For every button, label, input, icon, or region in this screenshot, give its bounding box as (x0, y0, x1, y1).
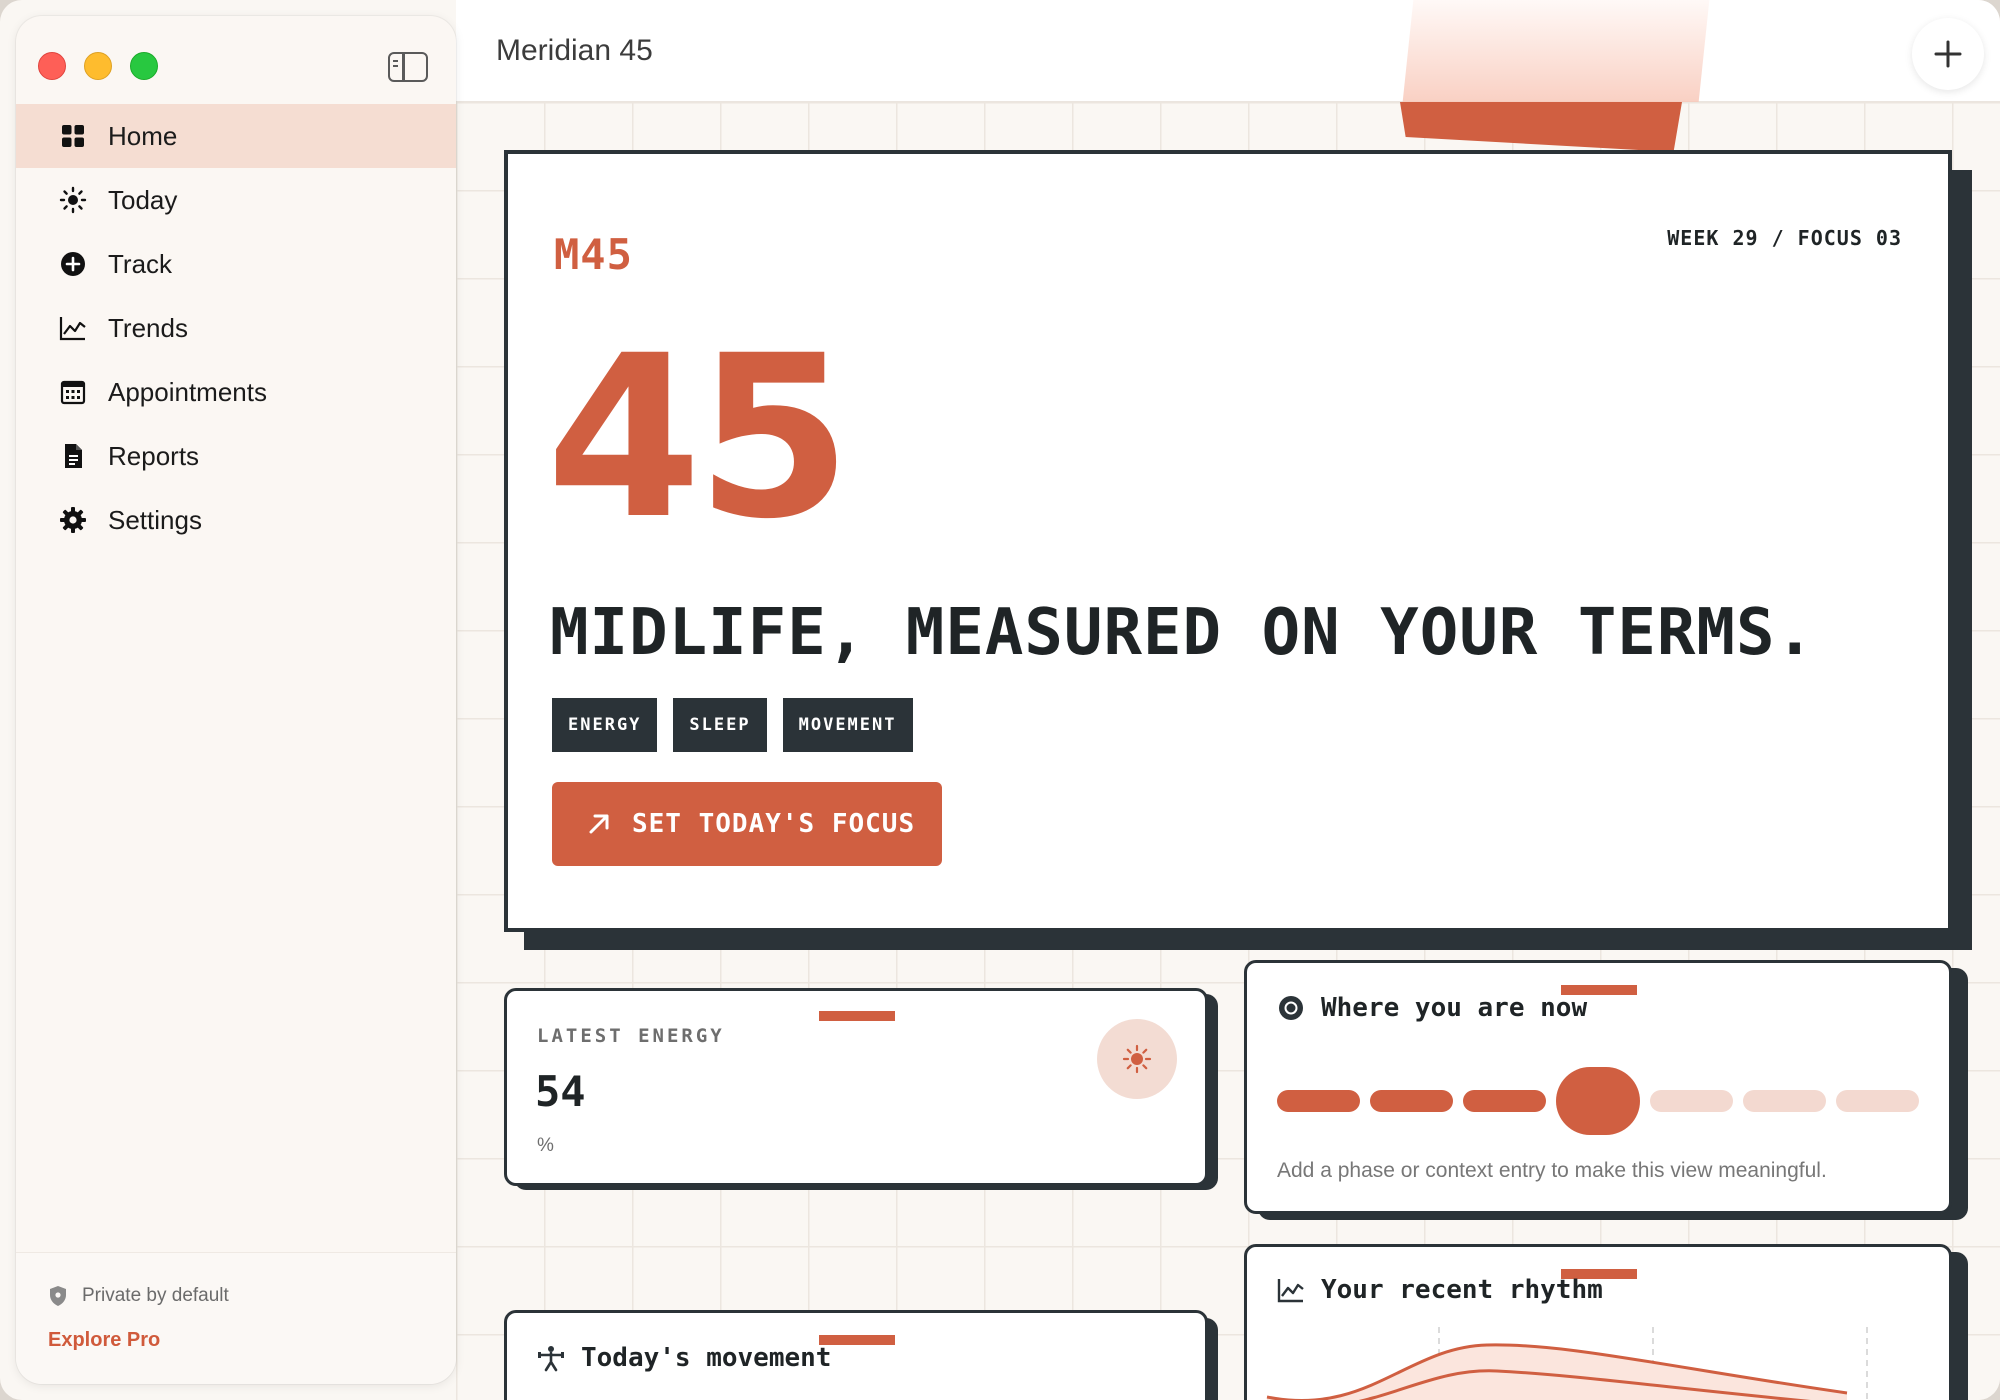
grid-icon (58, 121, 88, 151)
sun-icon (1122, 1044, 1152, 1074)
movement-card[interactable]: Today's movement (504, 1310, 1208, 1400)
sidebar-item-reports[interactable]: Reports (16, 424, 456, 488)
movement-card-title: Today's movement (537, 1343, 831, 1373)
energy-label: LATEST ENERGY (537, 1025, 725, 1047)
window-title: Meridian 45 (496, 34, 653, 67)
arrow-up-right-icon (589, 814, 609, 834)
shield-icon (50, 1286, 66, 1306)
zoom-window-button[interactable] (130, 52, 158, 80)
phase-pill[interactable] (1370, 1090, 1453, 1112)
tag-movement[interactable]: MOVEMENT (782, 698, 913, 752)
brand-mark: M45 (554, 230, 633, 279)
sidebar-item-settings[interactable]: Settings (16, 488, 456, 552)
week-focus-label: WEEK 29 / FOCUS 03 (1667, 226, 1902, 250)
plus-circle-icon (58, 249, 88, 279)
sidebar-item-label: Home (108, 120, 178, 151)
decorative-ribbon-glow (1402, 0, 1710, 102)
sidebar-footer: Private by default Explore Pro (16, 1252, 456, 1384)
plus-icon (1934, 40, 1962, 68)
sidebar: Home Today Track Trends Appointments Rep… (16, 16, 456, 1384)
card-accent (819, 1011, 895, 1021)
minimize-window-button[interactable] (84, 52, 112, 80)
sidebar-nav: Home Today Track Trends Appointments Rep… (16, 104, 456, 552)
calendar-icon (58, 377, 88, 407)
sidebar-item-home[interactable]: Home (16, 104, 456, 168)
sidebar-item-track[interactable]: Track (16, 232, 456, 296)
sidebar-item-label: Appointments (108, 376, 267, 407)
rhythm-card-title: Your recent rhythm (1277, 1275, 1603, 1305)
sidebar-item-today[interactable]: Today (16, 168, 456, 232)
tag-sleep[interactable]: SLEEP (673, 698, 767, 752)
phase-pill[interactable] (1743, 1090, 1826, 1112)
sidebar-item-trends[interactable]: Trends (16, 296, 456, 360)
phase-pill[interactable] (1463, 1090, 1546, 1112)
app-window: Meridian 45 Home Today Track Trends Appo… (0, 0, 2000, 1400)
energy-card[interactable]: LATEST ENERGY 54 % (504, 988, 1208, 1186)
hero-card: M45 WEEK 29 / FOCUS 03 45 MIDLIFE, MEASU… (504, 150, 1952, 932)
energy-badge (1097, 1019, 1177, 1099)
sidebar-item-appointments[interactable]: Appointments (16, 360, 456, 424)
phase-indicator (1277, 1067, 1919, 1135)
gear-icon (58, 505, 88, 535)
target-icon (1279, 996, 1303, 1020)
phase-pill[interactable] (1836, 1090, 1919, 1112)
sidebar-toggle-icon[interactable] (388, 52, 428, 82)
sun-icon (58, 185, 88, 215)
close-window-button[interactable] (38, 52, 66, 80)
add-button[interactable] (1912, 18, 1984, 90)
phase-card-title: Where you are now (1277, 993, 1587, 1023)
document-icon (58, 441, 88, 471)
set-focus-button[interactable]: SET TODAY'S FOCUS (552, 782, 942, 866)
explore-pro-link[interactable]: Explore Pro (48, 1329, 160, 1352)
sidebar-item-label: Today (108, 184, 178, 215)
phase-pill[interactable] (1277, 1090, 1360, 1112)
sidebar-item-label: Trends (108, 312, 188, 343)
line-chart-icon (1277, 1279, 1304, 1303)
set-focus-label: SET TODAY'S FOCUS (632, 809, 916, 839)
rhythm-sparkline (1266, 1327, 1868, 1400)
titlebar: Meridian 45 (456, 0, 2000, 102)
line-chart-icon (58, 313, 88, 343)
rhythm-card[interactable]: Your recent rhythm (1244, 1244, 1952, 1400)
window-controls (38, 52, 158, 80)
privacy-text: Private by default (82, 1285, 229, 1306)
phase-hint: Add a phase or context entry to make thi… (1277, 1159, 1827, 1182)
tag-energy[interactable]: ENERGY (552, 698, 658, 752)
phase-card[interactable]: Where you are now Add a phase or context… (1244, 960, 1952, 1214)
sidebar-item-label: Reports (108, 440, 200, 471)
phase-pill-current[interactable] (1556, 1067, 1640, 1135)
hero-tagline: MIDLIFE, MEASURED ON YOUR TERMS. (550, 596, 1815, 670)
energy-unit: % (537, 1135, 554, 1156)
hero-big-number: 45 (546, 307, 852, 568)
sidebar-item-label: Track (108, 248, 173, 279)
hero-tags: ENERGY SLEEP MOVEMENT (552, 698, 913, 752)
privacy-note: Private by default (48, 1285, 229, 1307)
phase-pill[interactable] (1650, 1090, 1733, 1112)
sidebar-item-label: Settings (108, 504, 202, 535)
energy-value: 54 (535, 1067, 586, 1116)
dumbbell-person-icon (538, 1346, 564, 1372)
